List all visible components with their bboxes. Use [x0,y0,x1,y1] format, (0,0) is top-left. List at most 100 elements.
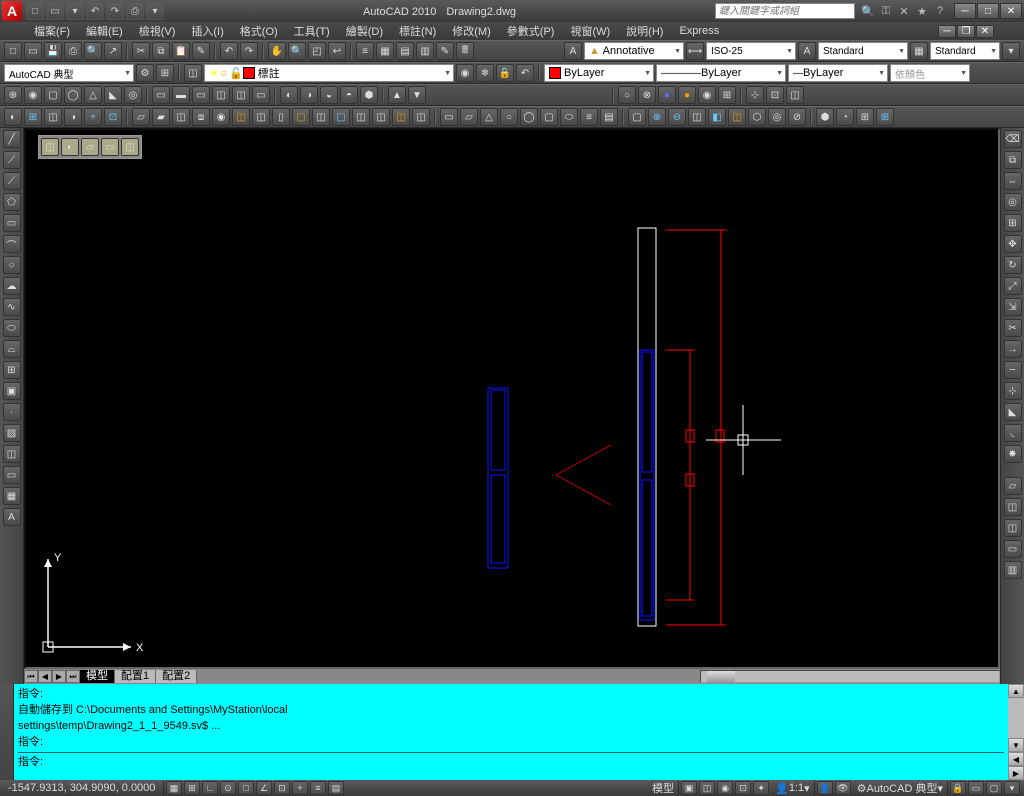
spline-icon[interactable]: ∿ [3,298,21,316]
cmd-scroll-track[interactable] [1008,698,1024,738]
sb-expand-icon[interactable]: ▾ [1004,781,1020,795]
r4-k3-icon[interactable]: △ [480,108,498,126]
help-search-input[interactable] [715,3,855,19]
qat-more-icon[interactable]: ▾ [146,2,164,20]
r3-osnap6-icon[interactable]: ⊞ [718,86,736,104]
pline-icon[interactable]: ⟋ [3,172,21,190]
r4-j5-icon[interactable]: ◉ [212,108,230,126]
qcalc-icon[interactable]: 🖩 [456,42,474,60]
tab-last-button[interactable]: ⏭ [66,670,80,683]
style-expand-icon[interactable]: ▾ [1002,42,1020,60]
arc-icon[interactable]: ⌒ [3,235,21,253]
sb-tool-icon[interactable]: ▭ [968,781,984,795]
r4-i2-icon[interactable]: ⊞ [24,108,42,126]
r3-c3-icon[interactable]: ◒ [320,86,338,104]
sb-clean-icon[interactable]: ▢ [986,781,1002,795]
tab-layout2[interactable]: 配置2 [156,670,197,683]
dyn-toggle[interactable]: + [292,781,308,795]
r3-cyl-icon[interactable]: ◯ [64,86,82,104]
tablestyle-dropdown[interactable]: Standard [930,42,1000,60]
annotative-dropdown[interactable]: ▲ Annotative [584,42,684,60]
doc-minimize-button[interactable]: ─ [938,25,956,38]
r4-l4-icon[interactable]: ◫ [688,108,706,126]
r3-osnap1-icon[interactable]: ○ [618,86,636,104]
polar-toggle[interactable]: ⊙ [220,781,236,795]
dc-icon[interactable]: ▦ [376,42,394,60]
redo2-icon[interactable]: ↷ [240,42,258,60]
osnap-toggle[interactable]: □ [238,781,254,795]
line-icon[interactable]: ╱ [3,130,21,148]
r4-j10-icon[interactable]: ◫ [312,108,330,126]
scale-icon[interactable]: ⤢ [1004,277,1022,295]
r4-l1-icon[interactable]: ▢ [628,108,646,126]
save-icon[interactable]: 💾 [44,42,62,60]
xline-icon[interactable]: ⟋ [3,151,21,169]
r3-b3-icon[interactable]: ▭ [192,86,210,104]
menu-insert[interactable]: 插入(I) [187,22,227,40]
r3-osnap3-icon[interactable]: ● [658,86,676,104]
r4-l8-icon[interactable]: ◎ [768,108,786,126]
comm-icon[interactable]: ✕ [897,4,911,18]
fillet-icon[interactable]: ◟ [1004,424,1022,442]
sb-q4-icon[interactable]: ⊡ [735,781,751,795]
grid-toggle[interactable]: ⊞ [184,781,200,795]
r4-j11-icon[interactable]: ▢ [332,108,350,126]
search-icon[interactable]: 🔍 [861,4,875,18]
r3-osnap2-icon[interactable]: ⊗ [638,86,656,104]
lwt-toggle[interactable]: ≡ [310,781,326,795]
r4-k1-icon[interactable]: ▭ [440,108,458,126]
doc-restore-button[interactable]: ❐ [957,25,975,38]
r4-i1-icon[interactable]: ◐ [4,108,22,126]
explode-icon[interactable]: ✸ [1004,445,1022,463]
r3-wedge-icon[interactable]: ◣ [104,86,122,104]
r3-e2-icon[interactable]: ⊡ [766,86,784,104]
lineweight-dropdown[interactable]: — ByLayer [788,64,888,82]
r4-j4-icon[interactable]: ⧈ [192,108,210,126]
r3-b5-icon[interactable]: ◫ [232,86,250,104]
r4-j6-icon[interactable]: ◫ [232,108,250,126]
sb-ann1-icon[interactable]: 👤 [817,781,833,795]
r4-l5-icon[interactable]: ◧ [708,108,726,126]
tab-prev-button[interactable]: ◀ [38,670,52,683]
qat-redo-icon[interactable]: ↷ [106,2,124,20]
region-icon[interactable]: ▭ [3,466,21,484]
r4-j3-icon[interactable]: ◫ [172,108,190,126]
mirror-icon[interactable]: ⇔ [1004,172,1022,190]
chamfer-icon[interactable]: ◣ [1004,403,1022,421]
hscrollbar[interactable] [700,670,1000,683]
r4-j8-icon[interactable]: ▯ [272,108,290,126]
annot-icon[interactable]: A [564,42,582,60]
props-icon[interactable]: ≡ [356,42,374,60]
tab-layout1[interactable]: 配置1 [115,670,156,683]
text-icon[interactable]: A [798,42,816,60]
tab-first-button[interactable]: ⏮ [24,670,38,683]
dimstyle-dropdown[interactable]: ISO-25 [706,42,796,60]
qp-toggle[interactable]: ▤ [328,781,344,795]
menu-view[interactable]: 檢視(V) [135,22,180,40]
r4-l3-icon[interactable]: ⊖ [668,108,686,126]
r4-m4-icon[interactable]: ⊞ [876,108,894,126]
ssm-icon[interactable]: ▥ [416,42,434,60]
menu-draw[interactable]: 繪製(D) [342,22,387,40]
r4-j15-icon[interactable]: ◫ [412,108,430,126]
new-icon[interactable]: □ [4,42,22,60]
r4-l7-icon[interactable]: ⬡ [748,108,766,126]
r4-j14-icon[interactable]: ◫ [392,108,410,126]
favorite-icon[interactable]: ★ [915,4,929,18]
layer-freeze-icon[interactable]: ❄ [476,64,494,82]
polygon-icon[interactable]: ⬠ [3,193,21,211]
table-tool-icon[interactable]: ▦ [3,487,21,505]
qat-open-icon[interactable]: ▭ [46,2,64,20]
menu-dimension[interactable]: 標註(N) [395,22,440,40]
color-dropdown[interactable]: ByLayer [544,64,654,82]
menu-help[interactable]: 說明(H) [622,22,667,40]
rp-d-icon[interactable]: ▭ [1004,540,1022,558]
command-window[interactable]: 指令: 自動儲存到 C:\Documents and Settings\MySt… [14,684,1008,780]
r4-k7-icon[interactable]: ⬭ [560,108,578,126]
menu-tools[interactable]: 工具(T) [290,22,334,40]
copy2-icon[interactable]: ⧉ [1004,151,1022,169]
r4-l6-icon[interactable]: ◫ [728,108,746,126]
r4-j1-icon[interactable]: ▱ [132,108,150,126]
r4-k5-icon[interactable]: ◯ [520,108,538,126]
ellipse-icon[interactable]: ⬭ [3,319,21,337]
